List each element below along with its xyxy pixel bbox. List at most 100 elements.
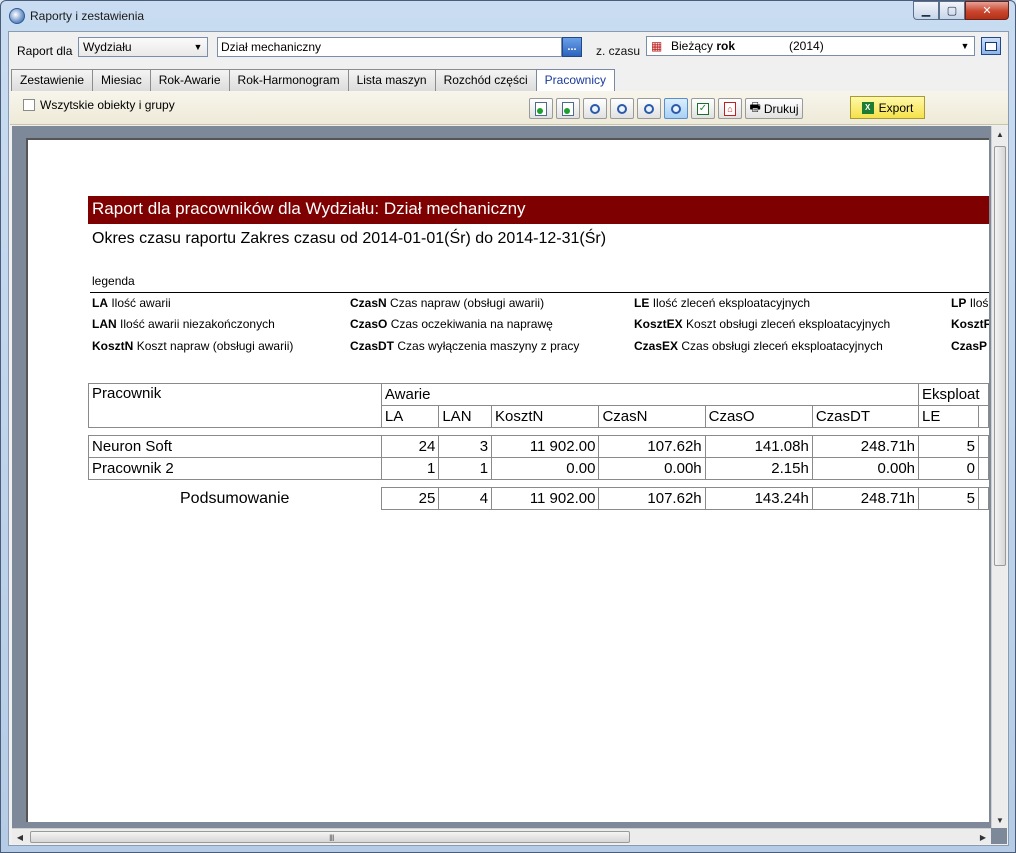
check-button[interactable]: ✓ (691, 98, 715, 119)
export-button[interactable]: X Export (850, 96, 925, 119)
calendar-icon: ▦ (651, 39, 663, 53)
print-button[interactable]: 🖶 Drukuj (745, 98, 803, 119)
report-for-label: Raport dla (17, 44, 73, 58)
export-label: Export (878, 100, 914, 115)
summary-cell: 248.71h (811, 487, 920, 510)
cell: 0.00h (811, 457, 920, 480)
refresh-button[interactable] (529, 98, 553, 119)
col-header: CzasO (704, 405, 813, 428)
legend-item: CzasEX Czas obsługi zleceń eksploatacyjn… (634, 339, 883, 353)
time-range-dropdown[interactable]: ▦ Bieżący rok (2014) ▼ (646, 36, 975, 56)
scroll-down-icon[interactable]: ▼ (992, 812, 1008, 828)
legend-code: LA (92, 296, 108, 310)
cell: 1 (380, 457, 440, 480)
summary-cell: 143.24h (704, 487, 813, 510)
report-tabs: Zestawienie Miesiac Rok-Awarie Rok-Harmo… (11, 69, 615, 92)
legend-desc: Ilość zleceń eksploatacyjnych (652, 296, 811, 310)
print-preview-icon (617, 103, 627, 114)
zoom-out-button[interactable] (637, 98, 661, 119)
report-toolbar: Wszytskie obiekty i grupy ✓ ⌂ 🖶 Drukuj X… (10, 91, 1008, 125)
legend-desc: Ilość awarii (111, 296, 171, 310)
tab-zestawienie[interactable]: Zestawienie (11, 69, 94, 91)
close-button[interactable]: ✕ (965, 1, 1009, 20)
tab-lista-maszyn[interactable]: Lista maszyn (347, 69, 436, 91)
cell: 24 (380, 435, 440, 458)
calendar-button[interactable] (981, 37, 1001, 55)
summary-cell: 25 (380, 487, 440, 510)
print-preview-button[interactable] (610, 98, 634, 119)
window-icon (985, 41, 997, 51)
col-header: LE (918, 405, 979, 428)
title-bar[interactable]: Raporty i zestawienia ▁ ▢ ✕ (1, 1, 1015, 31)
summary-row: Podsumowanie 25 4 11 902.00 107.62h 143.… (89, 487, 989, 510)
all-objects-label: Wszytskie obiekty i grupy (40, 98, 175, 112)
col-header: CzasDT (811, 405, 920, 428)
legend-item: LA Ilość awarii (92, 296, 171, 310)
reload-button[interactable] (556, 98, 580, 119)
dept-type-value: Wydziału (83, 40, 132, 54)
legend-item: KosztF (951, 317, 989, 331)
tab-pracownicy[interactable]: Pracownicy (535, 69, 615, 92)
browse-object-button[interactable]: ... (562, 37, 582, 57)
vertical-scrollbar[interactable]: ▲ ▼ (991, 126, 1007, 828)
horizontal-scrollbar[interactable]: ◀ III ▶ (12, 828, 991, 844)
zoom-in-button[interactable] (664, 98, 688, 119)
window-title: Raporty i zestawienia (30, 9, 145, 23)
vertical-scroll-thumb[interactable] (994, 146, 1006, 566)
scroll-up-icon[interactable]: ▲ (992, 126, 1008, 142)
all-objects-checkbox[interactable] (23, 99, 35, 111)
legend-divider (90, 292, 989, 293)
tab-rok-harmonogram[interactable]: Rok-Harmonogram (228, 69, 349, 91)
legend-code: LP (951, 296, 967, 310)
cell-cut (977, 457, 989, 480)
grip-icon: III (329, 833, 334, 843)
horizontal-scroll-thumb[interactable]: III (30, 831, 630, 843)
reload-icon (562, 101, 574, 116)
report-viewer: Raport dla pracowników dla Wydziału: Dzi… (12, 126, 1007, 844)
summary-cell: 107.62h (598, 487, 706, 510)
cell: 248.71h (811, 435, 920, 458)
col-header: CzasN (598, 405, 706, 428)
report-page: Raport dla pracowników dla Wydziału: Dzi… (26, 138, 989, 822)
dept-type-dropdown[interactable]: Wydziału ▼ (78, 37, 208, 57)
scroll-right-icon[interactable]: ▶ (975, 829, 991, 845)
tab-rozchod-czesci[interactable]: Rozchód części (434, 69, 537, 91)
pdf-icon: ⌂ (724, 101, 736, 116)
pdf-button[interactable]: ⌂ (718, 98, 742, 119)
cell: 11 902.00 (491, 435, 600, 458)
cell: 107.62h (598, 435, 706, 458)
worker-name: Neuron Soft (88, 435, 382, 458)
col-worker-header: Pracownik (88, 383, 382, 428)
legend-item: LP Iloś (951, 296, 988, 310)
object-field[interactable]: Dział mechaniczny (217, 37, 562, 57)
preview-button[interactable] (583, 98, 607, 119)
summary-cell-cut (977, 487, 989, 510)
legend-code: KosztEX (634, 317, 683, 331)
legend-desc: Koszt obsługi zleceń eksploatacyjnych (686, 317, 891, 331)
legend-item: LAN Ilość awarii niezakończonych (92, 317, 275, 331)
tab-rok-awarie[interactable]: Rok-Awarie (149, 69, 230, 91)
legend-item: KosztN Koszt napraw (obsługi awarii) (92, 339, 293, 353)
time-range-text: Bieżący rok (671, 39, 735, 53)
legend-desc: Czas obsługi zleceń eksploatacyjnych (681, 339, 883, 353)
legend-item: CzasP (951, 339, 987, 353)
legend-desc: Ilość awarii niezakończonych (120, 317, 275, 331)
excel-icon: X (861, 101, 874, 114)
minimize-button[interactable]: ▁ (913, 1, 939, 20)
tab-miesiac[interactable]: Miesiac (92, 69, 151, 91)
time-label: z. czasu (596, 44, 641, 58)
cell: 5 (918, 435, 979, 458)
report-title: Raport dla pracowników dla Wydziału: Dzi… (88, 196, 989, 224)
group-eksploat-header: Eksploat (918, 383, 989, 406)
scroll-left-icon[interactable]: ◀ (12, 829, 28, 845)
cell: 0.00h (598, 457, 706, 480)
cell-cut (977, 435, 989, 458)
app-icon (9, 8, 25, 24)
maximize-button[interactable]: ▢ (939, 1, 965, 20)
legend-label: legenda (92, 274, 135, 288)
legend-code: CzasDT (350, 339, 395, 353)
legend-code: CzasP (951, 339, 988, 353)
row-spacer (89, 428, 989, 436)
chevron-down-icon: ▼ (193, 42, 203, 52)
time-range-unit: rok (716, 39, 736, 53)
